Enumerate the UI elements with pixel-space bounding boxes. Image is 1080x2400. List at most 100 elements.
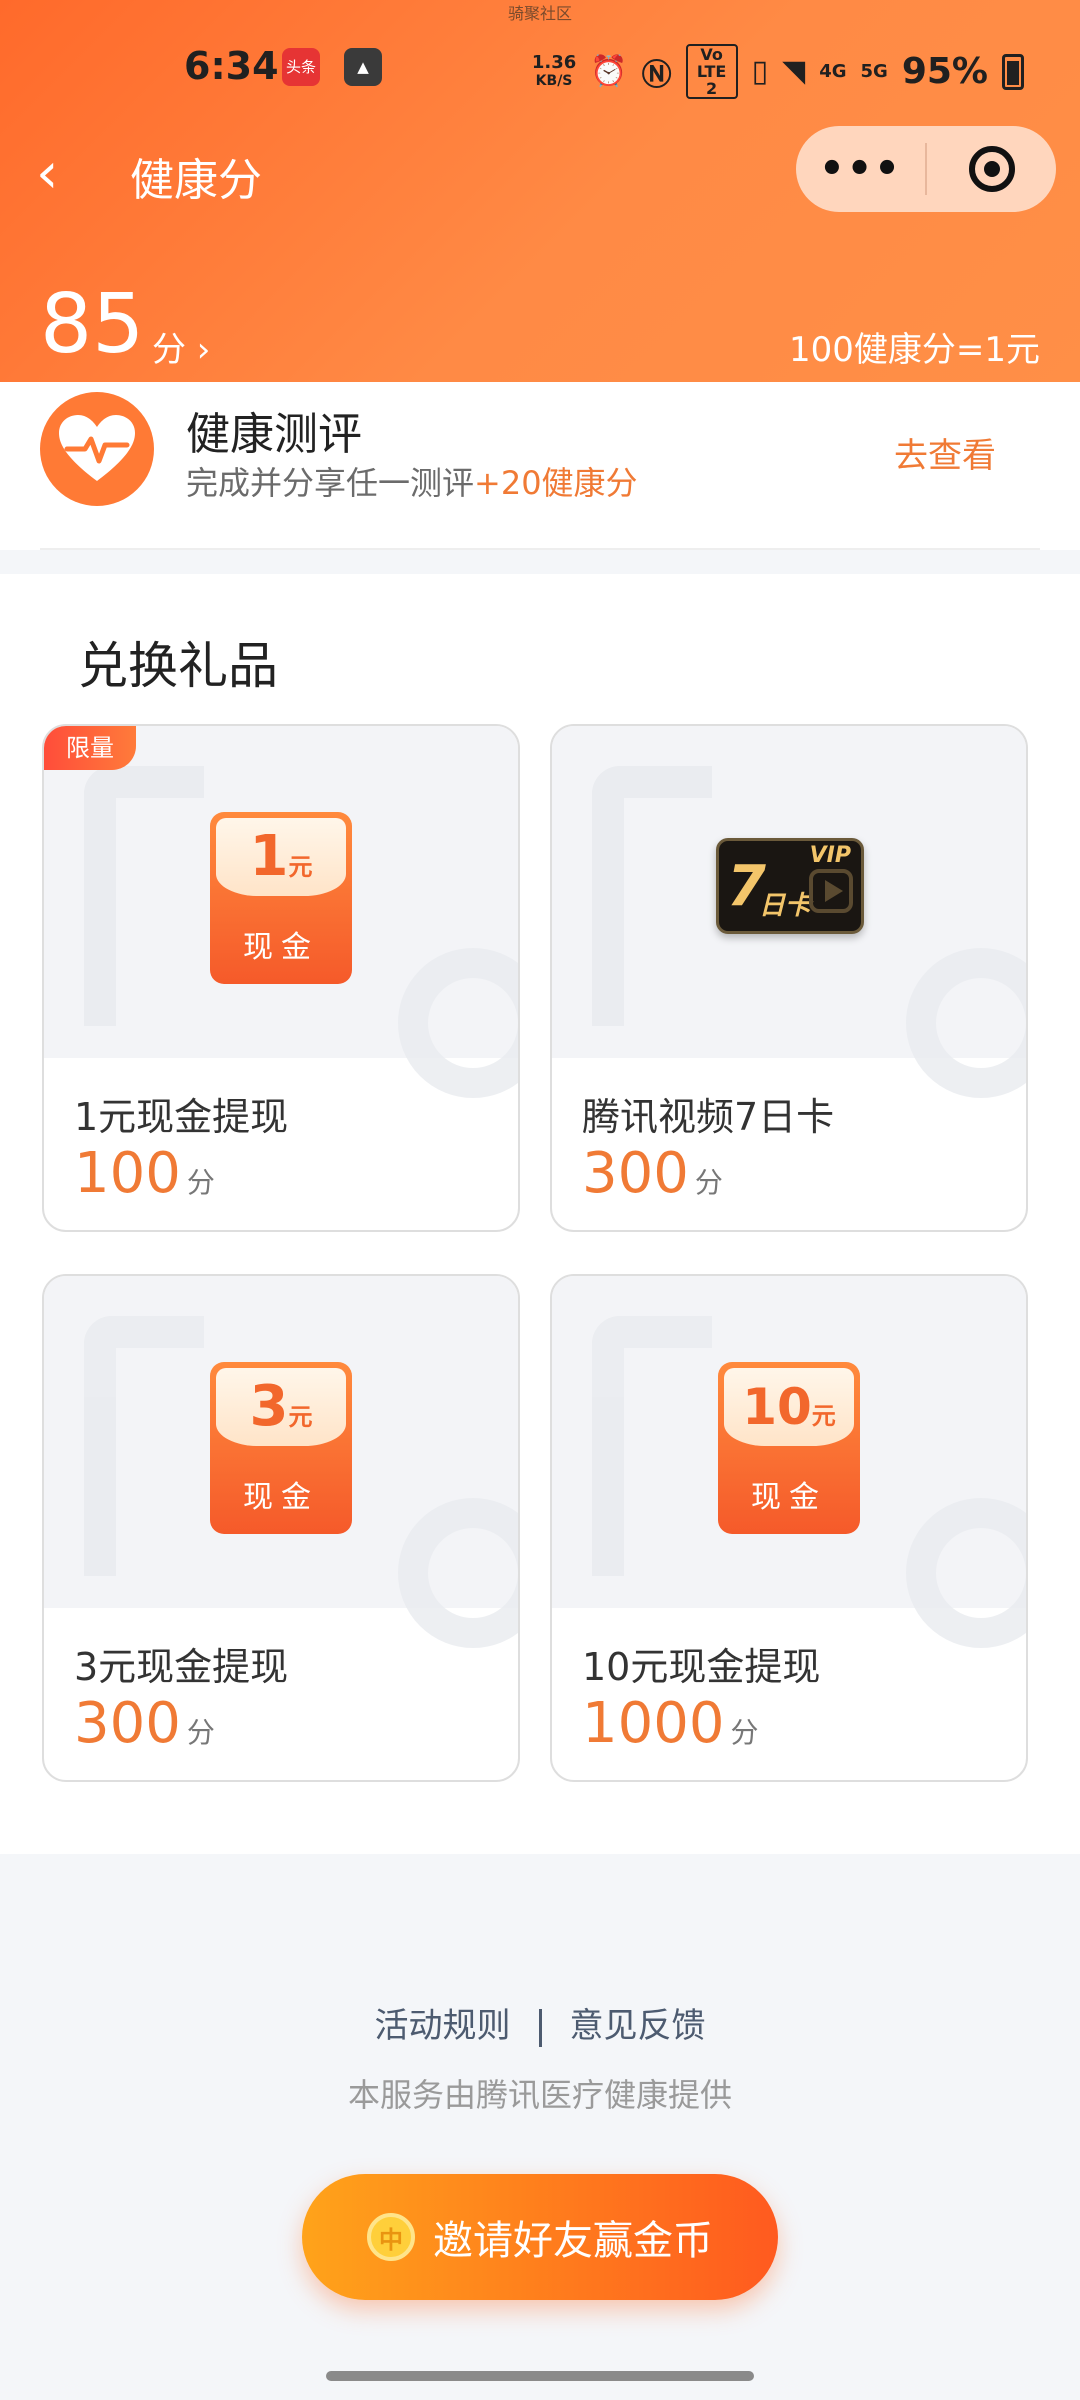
voucher-yuan: 元: [811, 1402, 836, 1430]
navigation-bar: ‹ 健康分 •••: [0, 124, 1080, 224]
points-value: 100: [74, 1141, 181, 1206]
feedback-link[interactable]: 意见反馈: [570, 2006, 706, 2046]
signal-5g-icon: 5G: [860, 61, 888, 82]
nfc-icon: Ⓝ: [641, 57, 672, 93]
volte-icon: Vo LTE 2: [685, 44, 738, 99]
decor-shape: [592, 766, 712, 1026]
invite-label: 邀请好友赢金币: [433, 2218, 713, 2264]
gift-name: 1元现金提现: [74, 1095, 289, 1139]
play-icon: [809, 869, 853, 913]
wifi-icon: ◥: [782, 54, 806, 89]
status-right-group: 1.36 KB/S ⏰ Ⓝ Vo LTE 2 ▯ ◥ 4G 5G 95%: [532, 44, 1024, 99]
cash-voucher-icon: 3元 现金: [210, 1362, 352, 1534]
decor-shape: [398, 948, 518, 1098]
divider: [40, 548, 1040, 550]
gift-card-tencent-video[interactable]: VIP 7 日卡 腾讯视频7日卡 300 分: [550, 724, 1028, 1232]
heart-pulse-icon: [40, 392, 154, 506]
decor-shape: [592, 1316, 712, 1576]
more-menu-button[interactable]: •••: [796, 146, 925, 192]
voucher-number: 10: [742, 1378, 812, 1436]
decor-shape: [906, 948, 1026, 1098]
status-bar: 骑聚社区 6:34 头条 ▲ 1.36 KB/S ⏰ Ⓝ Vo LTE 2 ▯ …: [0, 0, 1080, 120]
gift-name: 10元现金提现: [582, 1645, 821, 1689]
decor-shape: [398, 1498, 518, 1648]
evaluation-desc: 完成并分享任一测评+20健康分: [186, 458, 638, 504]
points-unit: 分: [186, 1716, 215, 1749]
gift-name: 腾讯视频7日卡: [582, 1095, 835, 1139]
score-unit-link[interactable]: 分 ›: [152, 322, 210, 371]
vip-card-icon: VIP 7 日卡: [716, 838, 864, 934]
gift-points: 300 分: [582, 1144, 723, 1213]
gifts-section: 兑换礼品 1元 现金 限量 1元现金提现 100 分 VIP 7 日卡 腾讯视频7…: [0, 574, 1080, 1854]
decor-shape: [84, 1316, 204, 1576]
network-speed: 1.36 KB/S: [531, 51, 577, 90]
vip-label: VIP: [809, 843, 851, 868]
voucher-yuan: 元: [288, 1403, 313, 1431]
alarm-icon: ⏰: [590, 54, 628, 89]
page-title: 健康分: [130, 155, 262, 206]
score-row: 85 分 › 100健康分=1元: [40, 278, 1040, 378]
evaluation-go-button[interactable]: 去查看: [894, 428, 996, 477]
health-score[interactable]: 85: [40, 284, 144, 366]
voucher-number: 1: [249, 824, 289, 889]
gift-points: 300 分: [74, 1694, 215, 1763]
points-value: 300: [582, 1141, 689, 1206]
evaluation-desc-text: 完成并分享任一测评: [186, 464, 475, 502]
voucher-amount: 1元: [216, 818, 346, 896]
network-speed-value: 1.36: [531, 51, 577, 73]
home-indicator[interactable]: [326, 2371, 754, 2381]
gift-points: 100 分: [74, 1144, 215, 1213]
gift-name: 3元现金提现: [74, 1645, 289, 1689]
vibrate-icon: ▯: [751, 54, 769, 89]
voucher-amount: 10元: [724, 1368, 854, 1446]
voucher-amount: 3元: [216, 1368, 346, 1446]
gift-card-10yuan[interactable]: 10元 现金 10元现金提现 1000 分: [550, 1274, 1028, 1782]
decor-shape: [84, 766, 204, 1026]
limited-badge: 限量: [44, 726, 136, 770]
toutiao-notification-icon: 头条: [282, 48, 320, 86]
gift-image: 10元 现金: [552, 1276, 1026, 1648]
points-unit: 分: [730, 1716, 759, 1749]
gift-card-3yuan[interactable]: 3元 现金 3元现金提现 300 分: [42, 1274, 520, 1782]
evaluation-title: 健康测评: [186, 409, 362, 460]
coin-icon: 中: [367, 2213, 415, 2261]
close-miniprogram-button[interactable]: [927, 146, 1056, 192]
points-unit: 分: [186, 1166, 215, 1199]
points-value: 300: [74, 1691, 181, 1756]
voucher-number: 3: [249, 1374, 289, 1439]
gift-points: 1000 分: [582, 1694, 759, 1763]
network-speed-unit: KB/S: [535, 72, 573, 89]
voucher-yuan: 元: [288, 853, 313, 881]
invite-friends-button[interactable]: 中 邀请好友赢金币: [302, 2174, 778, 2300]
voucher-cash-label: 现金: [243, 930, 319, 965]
target-icon: [968, 146, 1015, 192]
footer-links: 活动规则 意见反馈: [0, 1998, 1080, 2047]
battery-percent: 95%: [901, 51, 988, 92]
status-time: 6:34: [184, 44, 279, 88]
vip-days-label: 日卡: [759, 891, 812, 921]
points-unit: 分: [694, 1166, 723, 1199]
image-notification-icon: ▲: [344, 48, 382, 86]
cash-voucher-icon: 1元 现金: [210, 812, 352, 984]
gifts-title: 兑换礼品: [78, 637, 278, 695]
gift-image: 3元 现金: [44, 1276, 518, 1648]
evaluation-section: 健康测评 完成并分享任一测评+20健康分 去查看: [0, 382, 1080, 550]
decor-shape: [906, 1498, 1026, 1648]
gift-image: 1元 现金: [44, 726, 518, 1098]
miniprogram-capsule: •••: [796, 126, 1056, 212]
cash-voucher-icon: 10元 现金: [718, 1362, 860, 1534]
evaluation-bonus: +20健康分: [474, 464, 638, 502]
status-top-text: 骑聚社区: [507, 4, 572, 23]
gift-image: VIP 7 日卡: [552, 726, 1026, 1098]
points-value: 1000: [582, 1691, 725, 1756]
footer-separator: [538, 2008, 542, 2047]
back-button[interactable]: ‹: [36, 146, 76, 202]
signal-4g-icon: 4G: [819, 61, 847, 82]
service-provider-note: 本服务由腾讯医疗健康提供: [347, 2076, 732, 2114]
exchange-rate: 100健康分=1元: [788, 330, 1040, 370]
battery-icon: [1002, 53, 1024, 90]
gift-card-1yuan[interactable]: 1元 现金 限量 1元现金提现 100 分: [42, 724, 520, 1232]
activity-rules-link[interactable]: 活动规则: [375, 2006, 511, 2046]
voucher-cash-label: 现金: [243, 1480, 319, 1515]
voucher-cash-label: 现金: [751, 1480, 827, 1515]
